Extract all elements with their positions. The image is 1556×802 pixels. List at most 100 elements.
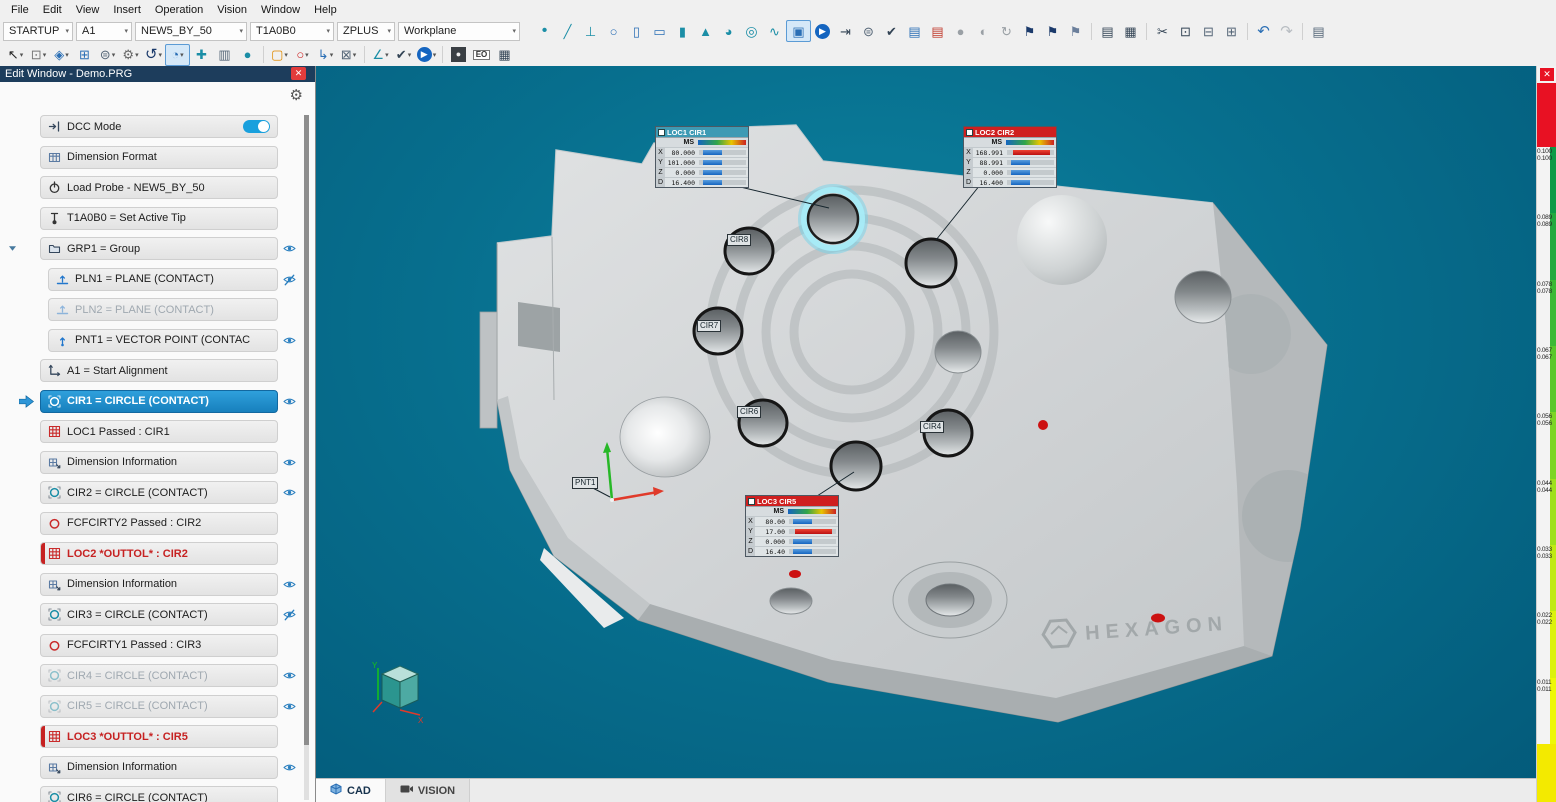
refresh-gray-icon[interactable]: ↻ xyxy=(995,21,1018,41)
plane-icon[interactable]: ⊥ xyxy=(579,21,602,41)
settings-gears-icon[interactable]: ⚙▾ xyxy=(119,45,142,65)
section-box-icon[interactable]: ⊠▾ xyxy=(337,45,360,65)
graph-icon[interactable]: ▥ xyxy=(213,45,236,65)
wireframe-box-icon[interactable]: ▢▾ xyxy=(268,45,291,65)
command-loc2-outtol-cir2[interactable]: LOC2 *OUTTOL* : CIR2 xyxy=(40,542,278,565)
command-dimension-information[interactable]: Dimension Information xyxy=(40,756,278,779)
tab-vision[interactable]: VISION xyxy=(386,779,470,802)
measurement-table-loc1-cir1[interactable]: LOC1 CIR1MSX80.000Y101.000Z0.000D16.400 xyxy=(655,126,749,188)
command-grp1-group[interactable]: GRP1 = Group xyxy=(40,237,278,260)
redo-icon[interactable]: ↷ xyxy=(1275,21,1298,41)
command-fcfcirty1-passed-cir3[interactable]: FCFCIRTY1 Passed : CIR3 xyxy=(40,634,278,657)
verify-check-icon[interactable]: ✔▾ xyxy=(392,45,415,65)
command-loc3-outtol-cir5[interactable]: LOC3 *OUTTOL* : CIR5 xyxy=(40,725,278,748)
scrollbar-thumb[interactable] xyxy=(304,115,309,745)
eye-icon[interactable] xyxy=(283,578,296,591)
menu-edit[interactable]: Edit xyxy=(36,0,69,19)
bookmark-next-icon[interactable]: ⚑ xyxy=(1041,21,1064,41)
cad-view[interactable]: Y X HEXAGON CIR8CIR7CIR6CIR4PNT1 LOC1 CI… xyxy=(316,66,1536,802)
tab-cad[interactable]: CAD xyxy=(316,779,386,802)
active-tip-combo[interactable]: T1A0B0▾ xyxy=(250,22,334,41)
torus-icon[interactable]: ◎ xyxy=(740,21,763,41)
rotate-3d-icon[interactable]: ◔▾ xyxy=(165,44,190,66)
measurement-table-loc3-cir5[interactable]: LOC3 CIR5MSX80.00Y17.00Z0.000D16.40 xyxy=(745,495,839,557)
command-dcc-mode[interactable]: DCC Mode xyxy=(40,115,278,138)
chevron-down-icon[interactable]: ▾ xyxy=(305,51,309,59)
color-scale-close-button[interactable]: ✕ xyxy=(1540,68,1554,81)
command-cir6-circle-contact[interactable]: CIR6 = CIRCLE (CONTACT) xyxy=(40,786,278,802)
chevron-down-icon[interactable]: ▾ xyxy=(20,51,24,59)
pointer-z-icon[interactable]: ↳▾ xyxy=(314,45,337,65)
eye-icon[interactable] xyxy=(283,456,296,469)
eye-icon[interactable] xyxy=(283,486,296,499)
insert-comment-icon[interactable]: ⊜ xyxy=(857,21,880,41)
command-fcfcirty2-passed-cir2[interactable]: FCFCIRTY2 Passed : CIR2 xyxy=(40,512,278,535)
translate-axes-icon[interactable]: ✚ xyxy=(190,45,213,65)
menu-view[interactable]: View xyxy=(69,0,107,19)
rotate-ccw-icon[interactable]: ↺▾ xyxy=(142,45,165,65)
print-icon[interactable]: ▤ xyxy=(1307,21,1330,41)
workplane-combo[interactable]: ZPLUS▾ xyxy=(337,22,395,41)
circle-feature-icon[interactable]: ○ xyxy=(602,21,625,41)
chevron-down-icon[interactable]: ▾ xyxy=(284,51,288,59)
edit-window-settings-icon[interactable]: ⚙ xyxy=(290,86,303,104)
eye-icon[interactable] xyxy=(283,669,296,682)
dcc-mode-toggle[interactable] xyxy=(243,120,270,133)
sphere-half-gray-icon[interactable]: ◐ xyxy=(972,21,995,41)
startup-combo[interactable]: STARTUP▾ xyxy=(3,22,73,41)
command-load-probe-new5-by-50[interactable]: Load Probe - NEW5_BY_50 xyxy=(40,176,278,199)
measurement-table-loc2-cir2[interactable]: LOC2 CIR2MSX168.991Y88.991Z0.000D16.400 xyxy=(963,126,1057,188)
command-cir1-circle-contact[interactable]: CIR1 = CIRCLE (CONTACT) xyxy=(40,390,278,413)
command-dimension-information[interactable]: Dimension Information xyxy=(40,451,278,474)
menu-operation[interactable]: Operation xyxy=(148,0,210,19)
copy-icon[interactable]: ⊡ xyxy=(1174,21,1197,41)
slot-feature-icon[interactable]: ▭ xyxy=(648,21,671,41)
cut-icon[interactable]: ✂ xyxy=(1151,21,1174,41)
menu-insert[interactable]: Insert xyxy=(106,0,148,19)
chevron-down-icon[interactable]: ▾ xyxy=(180,51,184,59)
execute-play2-icon[interactable]: ▶▾ xyxy=(415,45,438,65)
report-grid-icon[interactable]: ▦ xyxy=(1119,21,1142,41)
command-dimension-information[interactable]: Dimension Information xyxy=(40,573,278,596)
command-cir2-circle-contact[interactable]: CIR2 = CIRCLE (CONTACT) xyxy=(40,481,278,504)
probe-file-combo[interactable]: NEW5_BY_50▾ xyxy=(135,22,247,41)
view-orbit-icon[interactable]: ⊡▾ xyxy=(27,45,50,65)
comment-bubble-icon[interactable]: ⊜▾ xyxy=(96,45,119,65)
report-icon[interactable]: ▤ xyxy=(1096,21,1119,41)
angle-measure-icon[interactable]: ∠▾ xyxy=(369,45,392,65)
bookmark-icon[interactable]: ⚑ xyxy=(1018,21,1041,41)
menu-window[interactable]: Window xyxy=(254,0,307,19)
pixel-grid-icon[interactable]: ▦ xyxy=(493,45,516,65)
doc-verify-icon[interactable]: ▤ xyxy=(903,21,926,41)
eye-icon[interactable] xyxy=(283,700,296,713)
command-t1a0b0-set-active-tip[interactable]: T1A0B0 = Set Active Tip xyxy=(40,207,278,230)
cylinder-feature-icon[interactable]: ▯ xyxy=(625,21,648,41)
zoom-all-icon[interactable]: ⊞ xyxy=(73,45,96,65)
chevron-down-icon[interactable]: ▾ xyxy=(330,51,334,59)
execute-play-icon[interactable]: ▶ xyxy=(811,21,834,41)
chevron-down-icon[interactable]: ▾ xyxy=(65,51,69,59)
chevron-down-icon[interactable]: ▾ xyxy=(43,51,47,59)
menu-help[interactable]: Help xyxy=(307,0,344,19)
menu-vision[interactable]: Vision xyxy=(210,0,254,19)
command-pln2-plane-contact[interactable]: PLN2 = PLANE (CONTACT) xyxy=(48,298,278,321)
curve-icon[interactable]: ∿ xyxy=(763,21,786,41)
view-cube[interactable]: Y X xyxy=(372,661,424,725)
eye-icon[interactable] xyxy=(283,761,296,774)
point-icon[interactable]: • xyxy=(533,21,556,41)
cone-icon[interactable]: ▲ xyxy=(694,21,717,41)
globe-icon[interactable]: ● xyxy=(236,45,259,65)
sphere-icon[interactable]: ◕ xyxy=(717,21,740,41)
live-video-icon[interactable]: EO xyxy=(470,45,493,65)
select-pointer-icon[interactable]: ↖▾ xyxy=(4,45,27,65)
highlight-circle-icon[interactable]: ○▾ xyxy=(291,45,314,65)
menu-file[interactable]: File xyxy=(4,0,36,19)
eye-icon[interactable] xyxy=(283,242,296,255)
eye-icon[interactable] xyxy=(283,395,296,408)
command-pln1-plane-contact[interactable]: PLN1 = PLANE (CONTACT) xyxy=(48,268,278,291)
view-combo[interactable]: Workplane▾ xyxy=(398,22,520,41)
command-a1-start-alignment[interactable]: A1 = Start Alignment xyxy=(40,359,278,382)
paste-icon[interactable]: ⊟ xyxy=(1197,21,1220,41)
chevron-down-icon[interactable]: ▾ xyxy=(112,51,116,59)
chevron-down-icon[interactable]: ▾ xyxy=(385,51,389,59)
